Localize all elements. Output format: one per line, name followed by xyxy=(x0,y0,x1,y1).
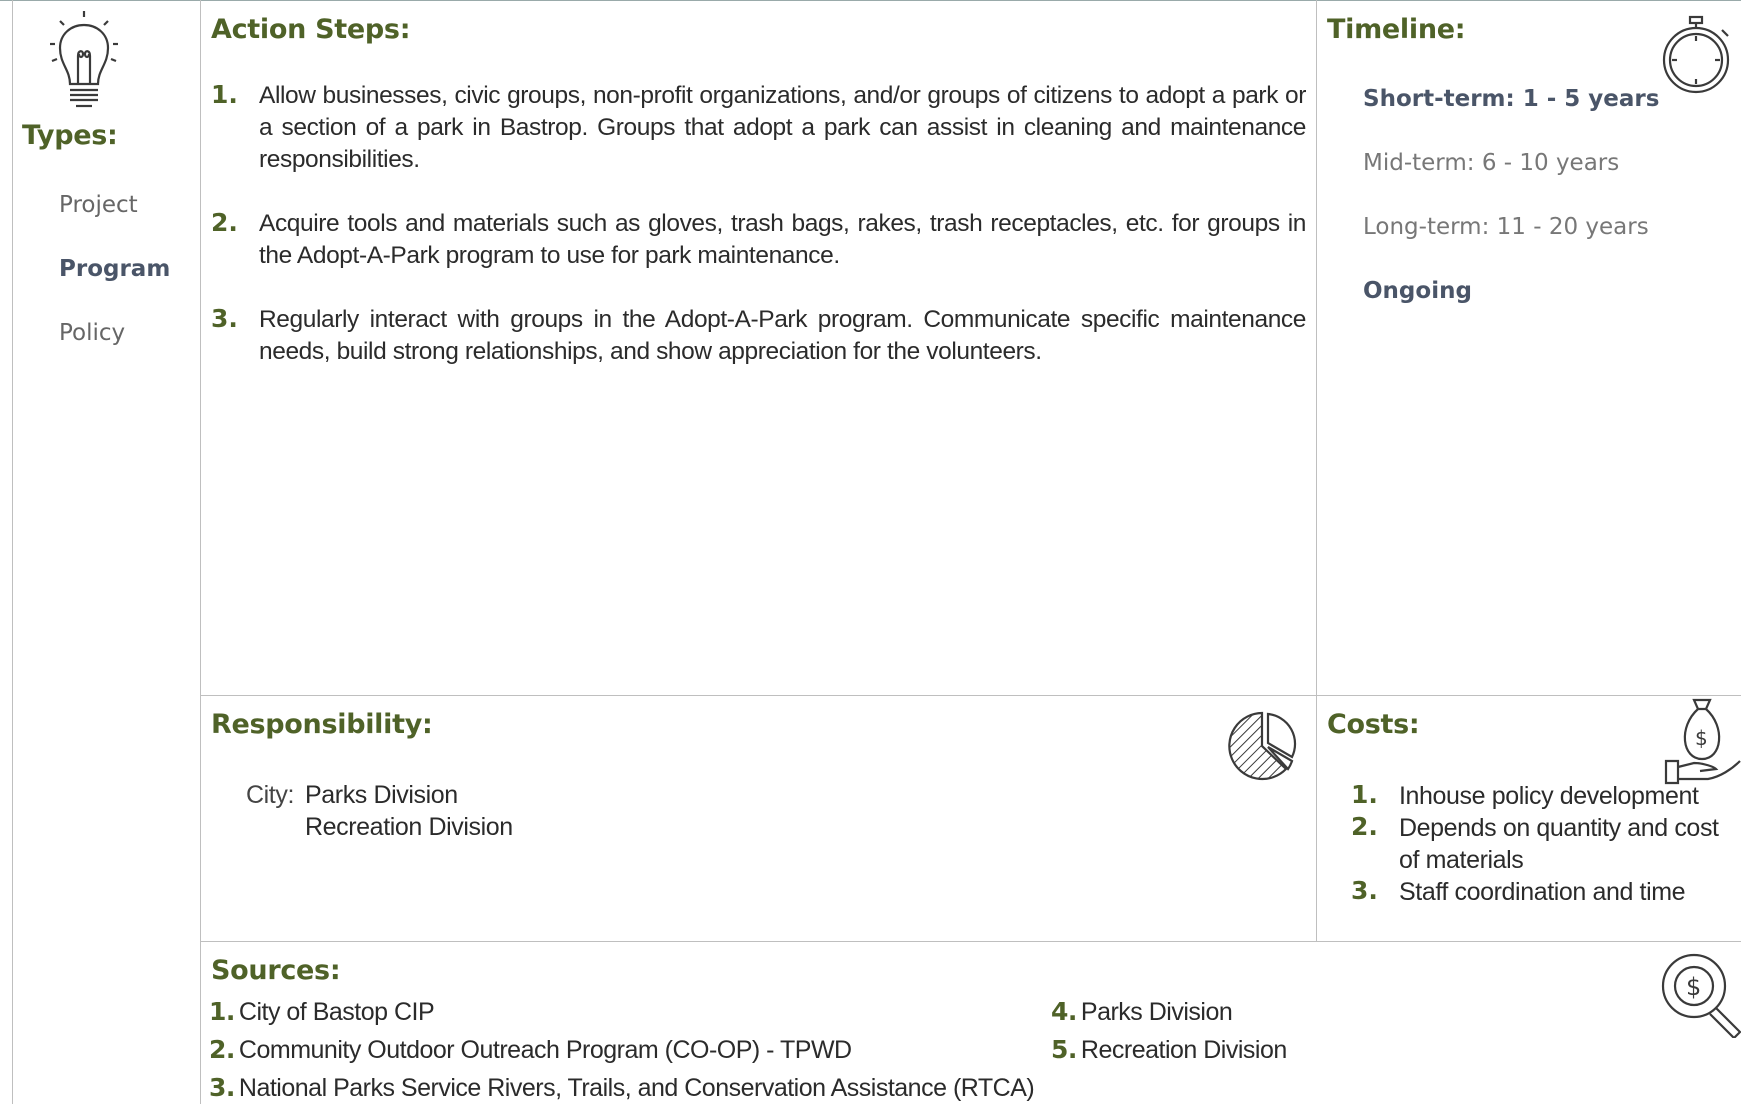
action-step-number: 2. xyxy=(211,208,238,237)
source-text: Recreation Division xyxy=(1080,1036,1287,1064)
source-number: 5. xyxy=(1051,1035,1077,1064)
lightbulb-icon xyxy=(46,8,122,119)
sources-heading: Sources: xyxy=(211,955,341,986)
responsibility-heading: Responsibility: xyxy=(211,709,433,740)
source-text: Community Outdoor Outreach Program (CO-O… xyxy=(238,1036,852,1064)
cost-text: Inhouse policy development xyxy=(1399,782,1699,810)
type-project: Project xyxy=(59,192,138,218)
types-column-divider xyxy=(200,0,201,1104)
action-step-text: Acquire tools and materials such as glov… xyxy=(259,210,1306,269)
costs-heading: Costs: xyxy=(1327,709,1420,740)
timeline-heading: Timeline: xyxy=(1327,14,1466,45)
source-number: 1. xyxy=(209,997,235,1026)
cost-text: Staff coordination and time xyxy=(1399,878,1686,906)
source-item: 3. National Parks Service Rivers, Trails,… xyxy=(209,1073,1035,1103)
source-item: 4. Parks Division xyxy=(1051,997,1233,1027)
stopwatch-icon xyxy=(1660,14,1736,99)
source-item: 2. Community Outdoor Outreach Program (CO… xyxy=(209,1035,852,1065)
cost-number: 3. xyxy=(1351,876,1378,905)
svg-text:$: $ xyxy=(1686,973,1701,1001)
middle-row-divider xyxy=(200,695,1741,696)
cost-number: 1. xyxy=(1351,780,1378,809)
timeline-mid-term: Mid-term: 6 - 10 years xyxy=(1363,150,1620,176)
source-text: Parks Division xyxy=(1080,998,1233,1026)
top-border xyxy=(0,0,1741,1)
action-step-number: 3. xyxy=(211,304,238,333)
source-text: City of Bastop CIP xyxy=(238,998,435,1026)
action-steps-heading: Action Steps: xyxy=(211,14,411,45)
source-text: National Parks Service Rivers, Trails, a… xyxy=(238,1074,1035,1102)
type-program: Program xyxy=(59,256,171,282)
types-heading: Types: xyxy=(22,120,118,151)
type-policy: Policy xyxy=(59,320,126,346)
cost-text: Depends on quantity and cost of material… xyxy=(1399,814,1719,874)
source-item: 1. City of Bastop CIP xyxy=(209,997,435,1027)
svg-text:$: $ xyxy=(1695,726,1708,750)
responsibility-line: Parks Division xyxy=(305,781,458,809)
timeline-column-divider xyxy=(1316,0,1317,942)
source-number: 2. xyxy=(209,1035,235,1064)
money-bag-hand-icon: $ xyxy=(1664,697,1741,792)
cost-number: 2. xyxy=(1351,812,1378,841)
timeline-short-term: Short-term: 1 - 5 years xyxy=(1363,86,1660,112)
action-step-text: Allow businesses, civic groups, non-prof… xyxy=(259,82,1306,173)
timeline-ongoing: Ongoing xyxy=(1363,278,1472,304)
responsibility-city-label: City: xyxy=(246,781,295,809)
source-number: 3. xyxy=(209,1073,235,1102)
source-item: 5. Recreation Division xyxy=(1051,1035,1287,1065)
responsibility-line: Recreation Division xyxy=(305,813,513,841)
left-border xyxy=(12,0,13,1104)
pie-chart-icon xyxy=(1226,711,1300,786)
source-number: 4. xyxy=(1051,997,1077,1026)
bottom-row-divider xyxy=(200,941,1741,942)
magnifier-dollar-icon: $ xyxy=(1660,952,1741,1043)
timeline-long-term: Long-term: 11 - 20 years xyxy=(1363,214,1649,240)
action-step-text: Regularly interact with groups in the Ad… xyxy=(259,306,1306,365)
action-step-number: 1. xyxy=(211,80,238,109)
